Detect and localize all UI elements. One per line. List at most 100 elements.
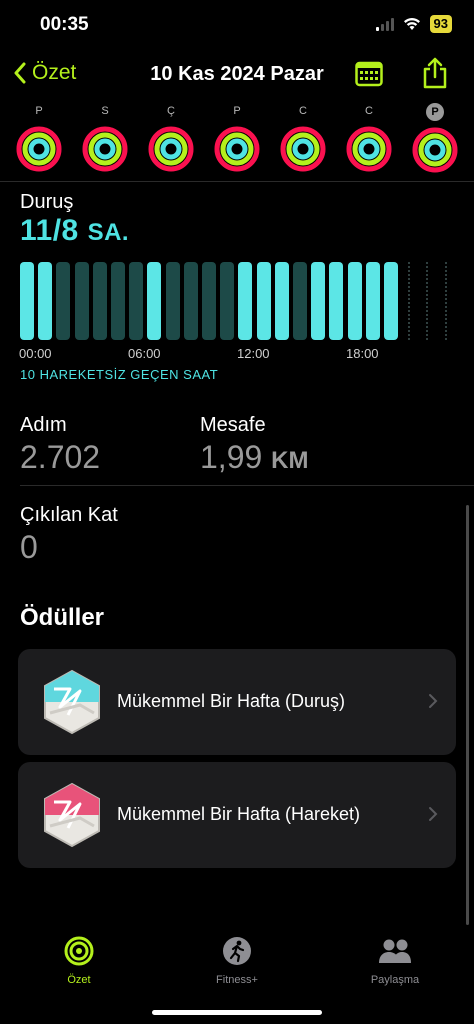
share-icon — [423, 57, 447, 89]
activity-rings-icon — [346, 126, 392, 172]
stand-hour-bar — [75, 262, 89, 340]
award-card-stand[interactable]: Mükemmel Bir Hafta (Duruş) — [18, 649, 456, 755]
week-activity-strip: PSÇPCCP — [0, 102, 474, 178]
distance-value: 1,99 KM — [200, 439, 309, 476]
move-award-badge-icon — [44, 782, 100, 848]
day-letter: C — [365, 105, 373, 117]
axis-label-1200: 12:00 — [237, 346, 270, 361]
stand-hour-bar — [220, 262, 234, 340]
awards-title: Ödüller — [20, 604, 105, 631]
calendar-icon — [355, 61, 383, 87]
steps-label: Adım — [20, 414, 67, 436]
day-letter: P — [426, 103, 444, 121]
distance-metric: Mesafe 1,99 KM — [200, 414, 309, 476]
navigation-bar: 10 Kas 2024 Pazar Özet — [0, 55, 474, 95]
tab-fitness-plus[interactable]: Fitness+ — [182, 936, 292, 986]
chevron-right-icon — [429, 694, 438, 708]
back-button[interactable]: Özet — [14, 61, 76, 85]
axis-label-0600: 06:00 — [128, 346, 161, 361]
steps-value: 2.702 — [20, 439, 101, 475]
stand-hour-bar — [311, 262, 325, 340]
stand-hour-placeholder — [408, 262, 410, 340]
activity-rings-icon — [280, 126, 326, 172]
award-label-stand: Mükemmel Bir Hafta (Duruş) — [117, 691, 346, 711]
inactive-hours-text: 10 HAREKETSİZ GEÇEN SAAT — [20, 367, 219, 382]
day-letter: P — [35, 105, 43, 117]
stand-hour-bar — [275, 262, 289, 340]
award-card-move[interactable]: Mükemmel Bir Hafta (Hareket) — [18, 762, 456, 868]
stand-hour-bar — [202, 262, 216, 340]
running-figure-icon — [223, 937, 251, 965]
status-bar: 00:35 93 — [0, 0, 474, 50]
stand-hour-bar — [20, 262, 34, 340]
stand-hour-bar — [348, 262, 362, 340]
stand-hour-bar — [56, 262, 70, 340]
calendar-button[interactable] — [355, 61, 383, 92]
floors-value: 0 — [20, 529, 38, 565]
stand-hour-bar — [293, 262, 307, 340]
distance-label: Mesafe — [200, 414, 266, 436]
stand-hour-bar — [238, 262, 252, 340]
stand-hour-bar — [329, 262, 343, 340]
stand-hour-bar — [111, 262, 125, 340]
day-letter: C — [299, 105, 307, 117]
stand-hour-bar — [147, 262, 161, 340]
stand-hour-bar — [93, 262, 107, 340]
day-letter: P — [233, 105, 241, 117]
stand-hour-placeholder — [445, 262, 447, 340]
distance-number: 1,99 — [200, 439, 263, 475]
status-time: 00:35 — [40, 14, 89, 35]
scroll-indicator[interactable] — [466, 505, 469, 925]
stand-hour-bar — [184, 262, 198, 340]
tab-summary-label: Özet — [67, 974, 91, 986]
stand-hour-bar — [384, 262, 398, 340]
steps-metric: Adım 2.702 — [20, 414, 100, 476]
stand-hour-bar — [38, 262, 52, 340]
day-3[interactable]: P — [213, 102, 261, 177]
stand-section: Duruş 11/8 SA. — [20, 191, 129, 248]
share-button[interactable] — [422, 57, 448, 94]
floors-label: Çıkılan Kat — [20, 504, 118, 526]
tab-fitness-plus-label: Fitness+ — [216, 974, 258, 986]
chevron-left-icon — [14, 62, 26, 84]
day-letter: S — [101, 105, 109, 117]
distance-unit: KM — [271, 447, 309, 474]
day-2[interactable]: Ç — [147, 102, 195, 177]
stand-unit: SA. — [87, 219, 130, 246]
divider — [0, 181, 474, 182]
wifi-icon — [403, 18, 420, 30]
divider — [20, 485, 474, 486]
day-6[interactable]: P — [411, 102, 459, 178]
activity-rings-icon — [412, 127, 458, 173]
day-1[interactable]: S — [81, 102, 129, 177]
activity-rings-icon — [214, 126, 260, 172]
tab-sharing[interactable]: Paylaşma — [340, 936, 450, 986]
stand-value: 11/8 SA. — [20, 214, 129, 248]
status-indicators: 93 — [375, 15, 452, 33]
back-button-label: Özet — [32, 61, 77, 84]
stand-hour-bar — [129, 262, 143, 340]
stand-label: Duruş — [20, 191, 74, 213]
tab-summary[interactable]: Özet — [24, 936, 134, 986]
day-0[interactable]: P — [15, 102, 63, 177]
stand-award-badge-icon — [44, 669, 100, 735]
award-label-move: Mükemmel Bir Hafta (Hareket) — [117, 804, 361, 824]
stand-hour-placeholder — [426, 262, 428, 340]
battery-indicator: 93 — [429, 15, 452, 33]
stand-hour-bar — [366, 262, 380, 340]
stand-hour-bar — [257, 262, 271, 340]
day-letter: Ç — [167, 105, 175, 117]
tab-sharing-label: Paylaşma — [370, 974, 420, 986]
activity-rings-icon — [82, 126, 128, 172]
people-icon — [379, 939, 411, 963]
day-5[interactable]: C — [345, 102, 393, 177]
stand-hours: 11/8 — [20, 214, 79, 247]
cellular-signal-icon — [375, 17, 394, 31]
stand-hourly-chart — [20, 262, 460, 340]
day-4[interactable]: C — [279, 102, 327, 177]
axis-label-0000: 00:00 — [19, 346, 52, 361]
home-indicator[interactable] — [152, 1010, 322, 1015]
activity-rings-icon — [148, 126, 194, 172]
floors-metric: Çıkılan Kat 0 — [20, 504, 118, 566]
stand-hour-bar — [166, 262, 180, 340]
